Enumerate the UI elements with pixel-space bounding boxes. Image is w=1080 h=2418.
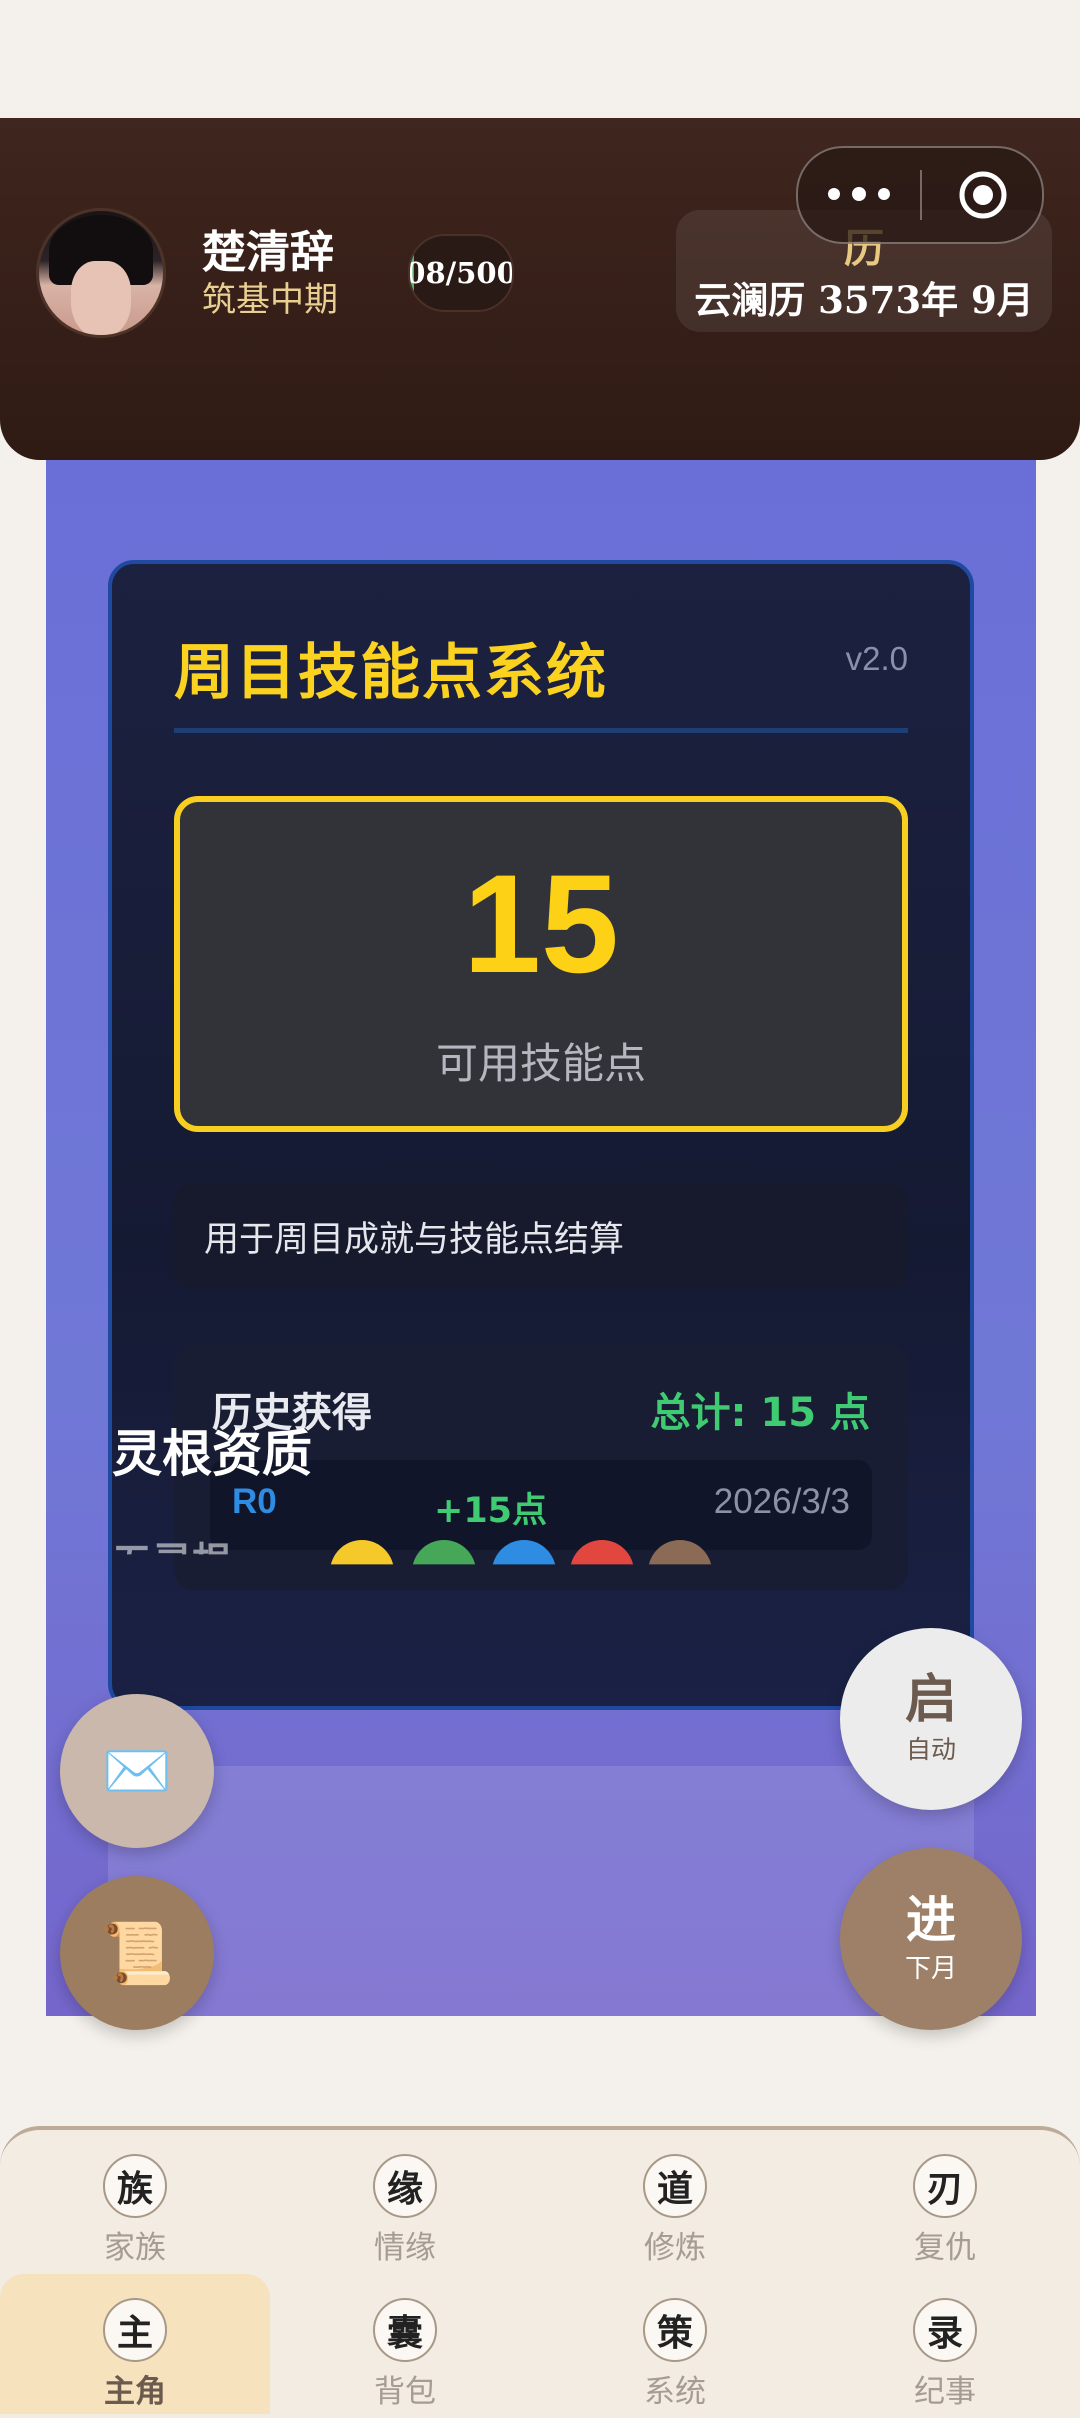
tab-romance[interactable]: 缘 情缘 [270, 2130, 540, 2270]
skill-points-card: 周目技能点系统 v2.0 15 可用技能点 用于周目成就与技能点结算 历史获得 … [108, 560, 974, 1710]
tab-chronicle-icon: 录 [913, 2298, 977, 2362]
spirit-root-card [108, 1766, 974, 2016]
history-total: 总计: 15 点 [650, 1390, 870, 1436]
more-dots-icon[interactable] [828, 172, 918, 216]
target-icon[interactable] [958, 170, 1008, 220]
bottom-tab-bar: 族 家族 缘 情缘 道 修炼 刃 复仇 主 主角 囊 背包 策 系统 录 纪事 [0, 2126, 1080, 2418]
mail-button[interactable]: ✉️ [60, 1694, 214, 1848]
tab-cultivation-icon: 道 [643, 2154, 707, 2218]
tab-romance-label: 情缘 [374, 2230, 436, 2266]
tab-family[interactable]: 族 家族 [0, 2130, 270, 2270]
available-points-value: 15 [463, 845, 619, 1002]
next-month-label: 下月 [904, 1954, 957, 1984]
available-points-label: 可用技能点 [435, 1039, 646, 1088]
available-points-box: 15 可用技能点 [174, 796, 908, 1132]
exp-text: 08/500 [408, 256, 514, 290]
history-row-date: 2026/3/3 [713, 1482, 850, 1521]
tab-bag[interactable]: 囊 背包 [270, 2274, 540, 2414]
avatar-face [71, 261, 131, 335]
next-month-button[interactable]: 进 下月 [840, 1848, 1022, 2030]
tab-cultivation[interactable]: 道 修炼 [540, 2130, 810, 2270]
next-month-glyph: 进 [906, 1891, 956, 1949]
scroll-button[interactable]: 📜 [60, 1876, 214, 2030]
tab-chronicle[interactable]: 录 纪事 [810, 2274, 1080, 2414]
calendar-date: 云澜历 3573年 9月 [694, 278, 1034, 322]
history-row-round: R0 [232, 1482, 277, 1521]
auto-button[interactable]: 启 自动 [840, 1628, 1022, 1810]
mail-icon: ✉️ [102, 1739, 172, 1804]
capsule-divider [920, 170, 922, 220]
tab-revenge-icon: 刃 [913, 2154, 977, 2218]
character-name: 楚清辞 [202, 227, 334, 278]
tab-romance-icon: 缘 [373, 2154, 437, 2218]
tab-system-icon: 策 [643, 2298, 707, 2362]
character-avatar[interactable] [36, 208, 166, 338]
tab-protagonist-icon: 主 [103, 2298, 167, 2362]
tab-system[interactable]: 策 系统 [540, 2274, 810, 2414]
tab-cultivation-label: 修炼 [644, 2230, 706, 2266]
title-divider [174, 728, 908, 733]
spirit-root-title: 灵根资质 [112, 1425, 312, 1483]
description-box: 用于周目成就与技能点结算 [174, 1184, 908, 1288]
scroll-icon: 📜 [99, 1918, 175, 1989]
exp-progress: 08/500 [408, 234, 514, 312]
mini-program-capsule [796, 146, 1044, 244]
tab-bag-label: 背包 [374, 2374, 436, 2410]
tab-protagonist[interactable]: 主 主角 [0, 2274, 270, 2414]
tab-family-icon: 族 [103, 2154, 167, 2218]
character-realm: 筑基中期 [202, 280, 338, 320]
auto-button-glyph: 启 [904, 1670, 957, 1731]
auto-button-label: 自动 [905, 1734, 956, 1764]
tab-revenge-label: 复仇 [914, 2230, 976, 2266]
history-row-points: +15点 [434, 1491, 548, 1531]
tab-protagonist-label: 主角 [104, 2374, 166, 2410]
tab-bag-icon: 囊 [373, 2298, 437, 2362]
tab-family-label: 家族 [104, 2230, 166, 2266]
tab-revenge[interactable]: 刃 复仇 [810, 2130, 1080, 2270]
tab-chronicle-label: 纪事 [914, 2374, 976, 2410]
card-title: 周目技能点系统 [174, 638, 608, 708]
tab-system-label: 系统 [644, 2374, 706, 2410]
version-label: v2.0 [845, 640, 908, 677]
